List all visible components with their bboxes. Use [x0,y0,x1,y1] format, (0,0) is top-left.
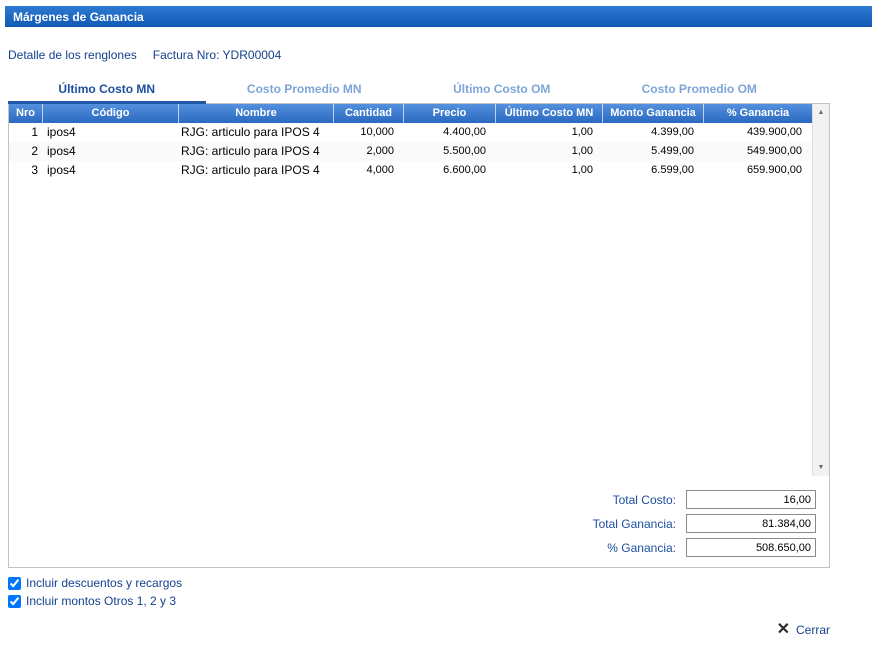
data-grid: NroCódigoNombreCantidadPrecioÚltimo Cost… [9,104,812,476]
cell: 659.900,00 [704,161,812,180]
close-icon[interactable]: ✕ [777,622,790,638]
total-costo-label: Total Costo: [613,493,676,507]
total-ganancia-field[interactable] [686,514,816,533]
cell: RJG: articulo para IPOS 4 [179,123,334,142]
cell: 4,000 [334,161,404,180]
cell: 1 [9,123,43,142]
table-row[interactable]: 3ipos4RJG: articulo para IPOS 44,0006.60… [9,161,812,180]
checkbox-incluir-descuentos-input[interactable] [8,577,21,590]
totals-section: Total Costo: Total Ganancia: % Ganancia: [9,476,829,557]
table-row[interactable]: 2ipos4RJG: articulo para IPOS 42,0005.50… [9,142,812,161]
tab-bar: Último Costo MN Costo Promedio MN Último… [8,79,798,104]
total-ganancia-row: Total Ganancia: [593,514,816,533]
cell: 1,00 [496,142,603,161]
tab-costo-promedio-mn[interactable]: Costo Promedio MN [206,79,404,104]
tab-ultimo-costo-om[interactable]: Último Costo OM [403,79,601,104]
cell: ipos4 [43,161,179,180]
vertical-scrollbar[interactable]: ▲ ▼ [812,104,829,476]
scrollbar-track[interactable] [813,121,829,459]
cell: 6.599,00 [603,161,704,180]
column-header[interactable]: Precio [404,104,496,123]
cell: 439.900,00 [704,123,812,142]
scroll-down-icon[interactable]: ▼ [813,459,829,476]
dialog-titlebar: Márgenes de Ganancia [5,6,872,27]
pct-ganancia-label: % Ganancia: [607,541,676,555]
cell: ipos4 [43,123,179,142]
grid-panel: NroCódigoNombreCantidadPrecioÚltimo Cost… [8,103,830,568]
cell: 3 [9,161,43,180]
cell: 1,00 [496,161,603,180]
checkbox-incluir-montos-otros[interactable]: Incluir montos Otros 1, 2 y 3 [8,594,877,608]
subheader: Detalle de los renglones Factura Nro: YD… [8,48,877,62]
column-header[interactable]: Nombre [179,104,334,123]
pct-ganancia-field[interactable] [686,538,816,557]
scroll-up-icon[interactable]: ▲ [813,104,829,121]
grid-area: NroCódigoNombreCantidadPrecioÚltimo Cost… [9,104,829,476]
grid-body: 1ipos4RJG: articulo para IPOS 410,0004.4… [9,123,812,180]
cell: 5.500,00 [404,142,496,161]
table-row[interactable]: 1ipos4RJG: articulo para IPOS 410,0004.4… [9,123,812,142]
total-ganancia-label: Total Ganancia: [593,517,676,531]
checkbox-incluir-descuentos[interactable]: Incluir descuentos y recargos [8,576,877,590]
margins-dialog: Márgenes de Ganancia Detalle de los reng… [0,6,877,638]
total-costo-field[interactable] [686,490,816,509]
cell: 549.900,00 [704,142,812,161]
pct-ganancia-row: % Ganancia: [607,538,816,557]
column-header[interactable]: Nro [9,104,43,123]
checkbox-incluir-descuentos-label: Incluir descuentos y recargos [26,576,182,590]
dialog-title: Márgenes de Ganancia [13,10,144,24]
checkbox-incluir-montos-otros-input[interactable] [8,595,21,608]
cell: 10,000 [334,123,404,142]
cell: RJG: articulo para IPOS 4 [179,142,334,161]
invoice-number-label: Factura Nro: YDR00004 [153,48,282,62]
tab-costo-promedio-om[interactable]: Costo Promedio OM [601,79,799,104]
detail-label: Detalle de los renglones [8,48,137,62]
cell: RJG: articulo para IPOS 4 [179,161,334,180]
cell: 6.600,00 [404,161,496,180]
column-header[interactable]: Código [43,104,179,123]
cell: 2,000 [334,142,404,161]
column-header[interactable]: Cantidad [334,104,404,123]
column-header[interactable]: Monto Ganancia [603,104,704,123]
cell: 4.400,00 [404,123,496,142]
grid-header: NroCódigoNombreCantidadPrecioÚltimo Cost… [9,104,812,123]
footer: ✕ Cerrar [0,622,830,638]
checkbox-incluir-montos-otros-label: Incluir montos Otros 1, 2 y 3 [26,594,176,608]
close-button[interactable]: Cerrar [796,623,830,637]
tab-ultimo-costo-mn[interactable]: Último Costo MN [8,79,206,104]
cell: 5.499,00 [603,142,704,161]
total-costo-row: Total Costo: [613,490,816,509]
cell: ipos4 [43,142,179,161]
cell: 4.399,00 [603,123,704,142]
cell: 1,00 [496,123,603,142]
column-header[interactable]: % Ganancia [704,104,812,123]
cell: 2 [9,142,43,161]
options-section: Incluir descuentos y recargos Incluir mo… [8,576,877,608]
column-header[interactable]: Último Costo MN [496,104,603,123]
